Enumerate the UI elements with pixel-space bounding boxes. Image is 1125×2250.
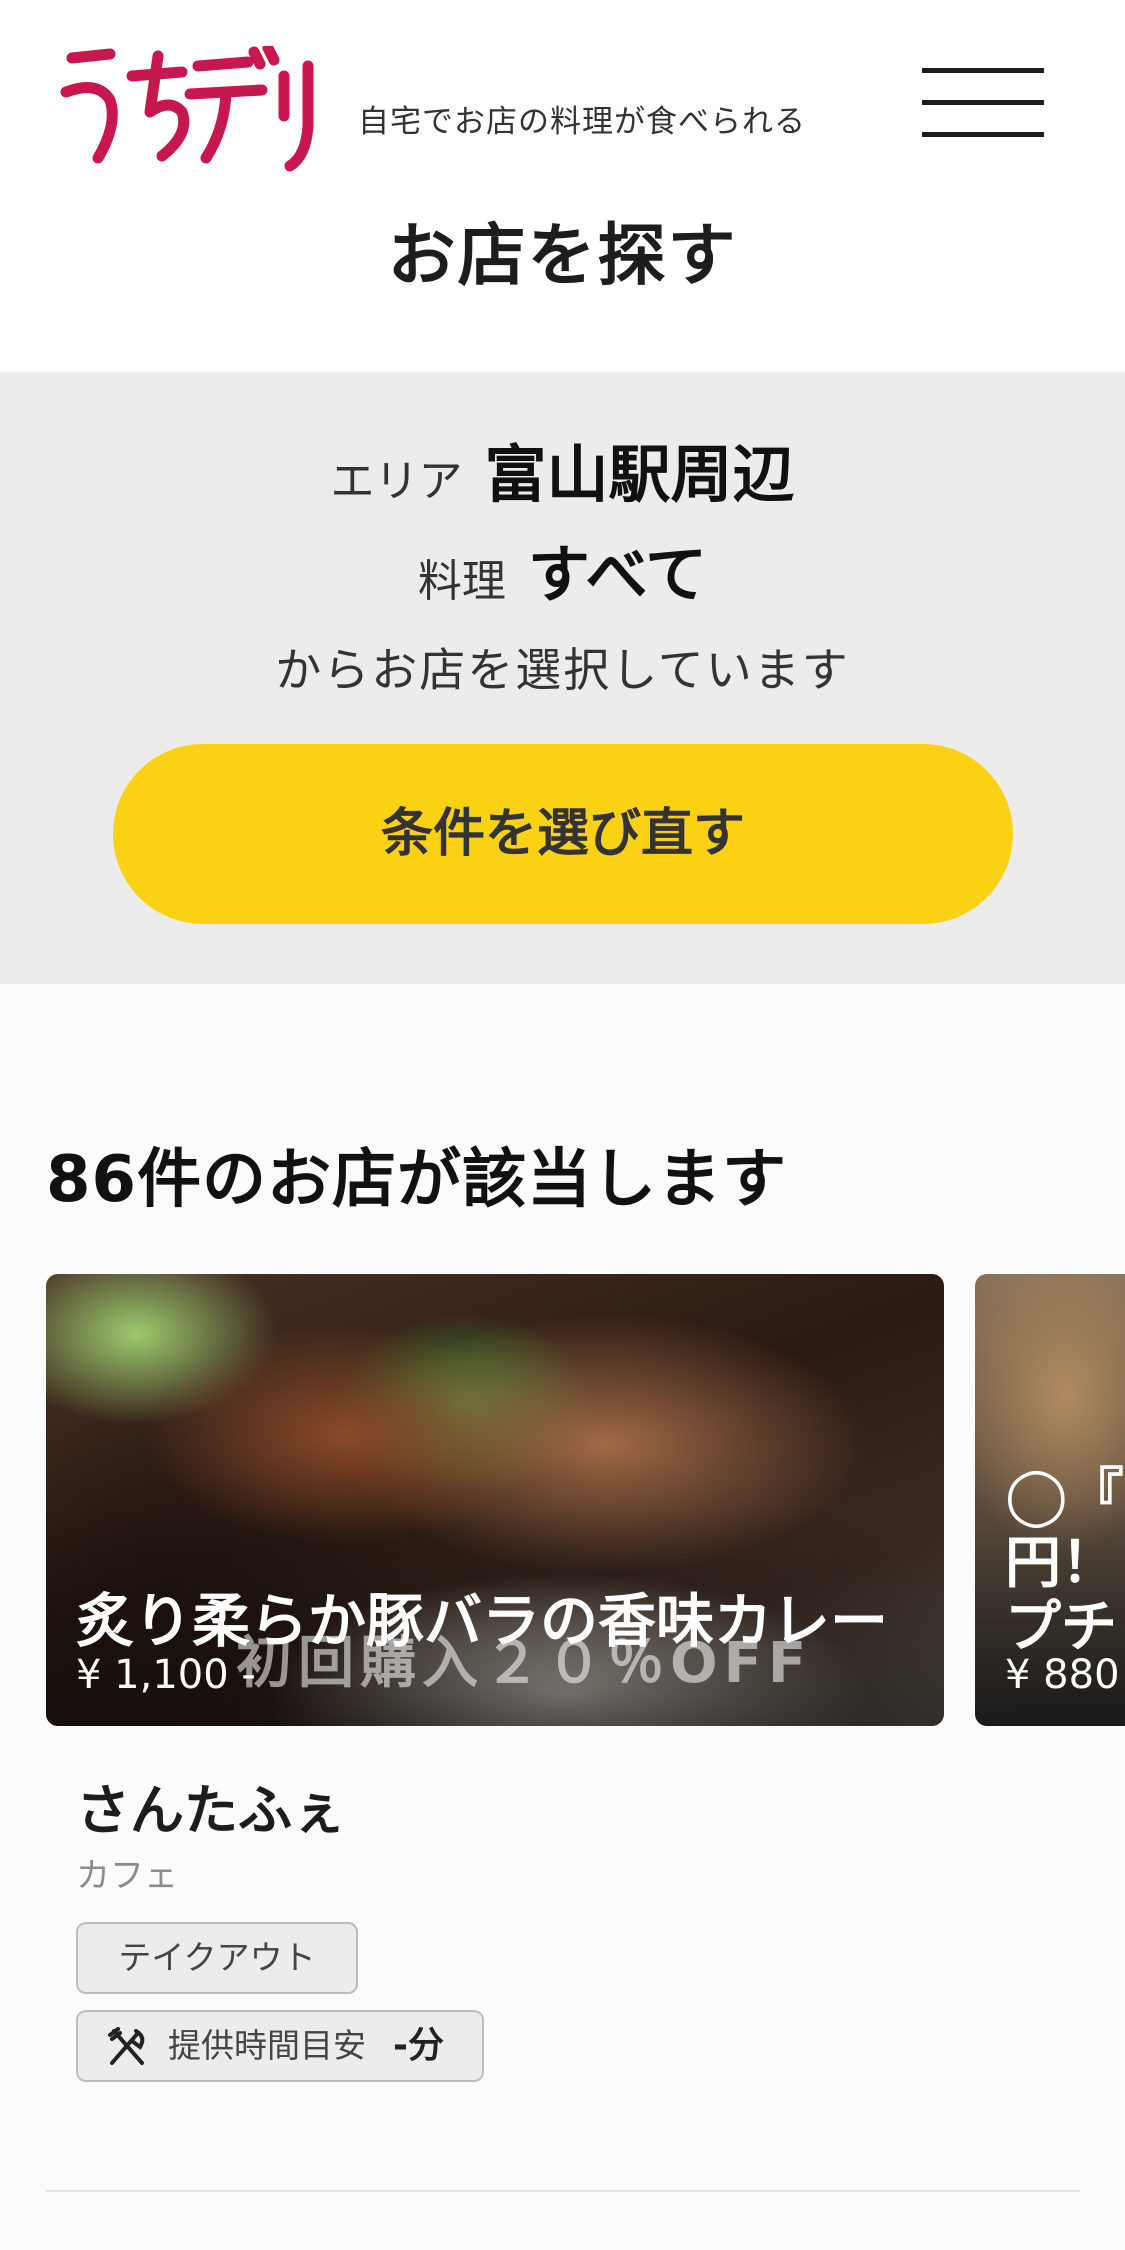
cuisine-value: すべて [527,538,708,611]
shop-name[interactable]: さんたふぇ [76,1766,346,1845]
condition-note: からお店を選択しています [275,643,850,697]
fork-knife-icon [108,2027,145,2065]
serving-time-value: -分 [393,2025,444,2066]
area-value: 富山駅周辺 [484,438,795,511]
area-condition: エリア 富山駅周辺 [0,424,1125,514]
result-count: 86件のお店が該当します [46,1143,788,1217]
cuisine-label: 料理 [417,556,506,607]
site-header: 自宅でお店の料理が食べられる お店を探す [0,0,1125,370]
reselect-conditions-button[interactable]: 条件を選び直す [113,744,1013,924]
shop-category: カフェ [76,1856,178,1896]
uchideli-logo[interactable] [58,46,318,176]
page-title: お店を探す [387,217,738,296]
area-label: エリア [330,456,463,507]
search-conditions-panel: エリア 富山駅周辺 料理 すべて からお店を選択しています 条件を選び直す [0,372,1125,984]
serving-time-label: 提供時間目安 [168,2026,366,2065]
dish-price: ¥ 880 [1005,1652,1120,1698]
dish-name-line: プチ [1005,1595,1117,1660]
takeout-tag: テイクアウト [76,1922,358,1994]
tagline: 自宅でお店の料理が食べられる [358,104,806,140]
dish-price: ¥ 1,100 - [76,1652,256,1698]
hamburger-menu-icon[interactable] [922,68,1044,138]
shop-card-image[interactable]: 初回購入２０％OFF 炙り柔らか豚バラの香味カレー ¥ 1,100 - [46,1274,944,1726]
serving-time-tag: 提供時間目安 -分 [76,2010,484,2082]
shop-card-image-next[interactable]: ◯『 円！ プチ ¥ 880 [975,1274,1125,1726]
dish-name: 炙り柔らか豚バラの香味カレー [76,1587,889,1655]
divider [46,2190,1080,2192]
cuisine-condition: 料理 すべて [0,524,1125,614]
